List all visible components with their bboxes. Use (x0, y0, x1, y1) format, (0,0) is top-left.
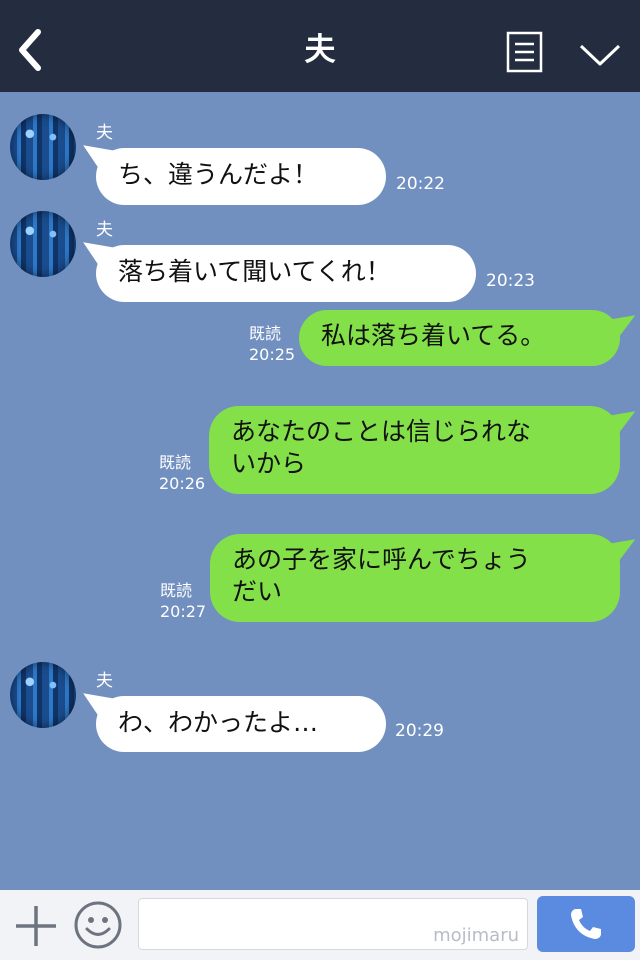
message-time: 20:22 (396, 174, 445, 194)
message-time: 20:26 (159, 474, 206, 493)
avatar[interactable] (10, 211, 76, 277)
chevron-down-icon[interactable] (578, 42, 622, 68)
avatar[interactable] (10, 662, 76, 728)
notes-icon[interactable] (506, 31, 544, 73)
read-receipt: 既読 20:26 (159, 452, 205, 494)
read-receipt: 既読 20:25 (249, 323, 295, 365)
read-label: 既読 (159, 453, 192, 472)
outgoing-message[interactable]: あなたのことは信じられな いから (209, 406, 620, 494)
plus-icon[interactable] (14, 904, 58, 948)
message-time: 20:29 (395, 721, 444, 741)
sender-name: 夫 (96, 671, 113, 691)
header: 夫 (0, 0, 640, 92)
message-input[interactable]: mojimaru (138, 898, 528, 950)
message-line: いから (231, 449, 307, 478)
message-time: 20:23 (486, 271, 535, 291)
chat-title: 夫 (304, 32, 336, 68)
message-time: 20:25 (249, 345, 296, 364)
read-label: 既読 (249, 324, 282, 343)
sender-name: 夫 (96, 220, 113, 240)
message-time: 20:27 (160, 602, 207, 621)
smile-icon[interactable] (73, 900, 123, 950)
incoming-message[interactable]: 落ち着いて聞いてくれ！ (96, 245, 476, 302)
read-receipt: 既読 20:27 (160, 580, 206, 622)
outgoing-message[interactable]: あの子を家に呼んでちょう だい (210, 534, 620, 622)
phone-icon (571, 909, 601, 939)
watermark: mojimaru (433, 925, 519, 946)
message-line: だい (232, 577, 283, 606)
message-line: あなたのことは信じられな (231, 417, 532, 446)
read-label: 既読 (160, 581, 193, 600)
message-line: あの子を家に呼んでちょう (232, 545, 531, 574)
chat-area[interactable]: 夫 ち、違うんだよ！ 20:22 夫 落ち着いて聞いてくれ！ 20:23 既読 … (0, 92, 640, 890)
outgoing-message[interactable]: 私は落ち着いてる。 (299, 310, 620, 366)
call-button[interactable] (537, 896, 635, 952)
incoming-message[interactable]: ち、違うんだよ！ (96, 148, 386, 205)
avatar[interactable] (10, 114, 76, 180)
incoming-message[interactable]: わ、わかったよ… (96, 696, 386, 752)
sender-name: 夫 (96, 123, 113, 143)
